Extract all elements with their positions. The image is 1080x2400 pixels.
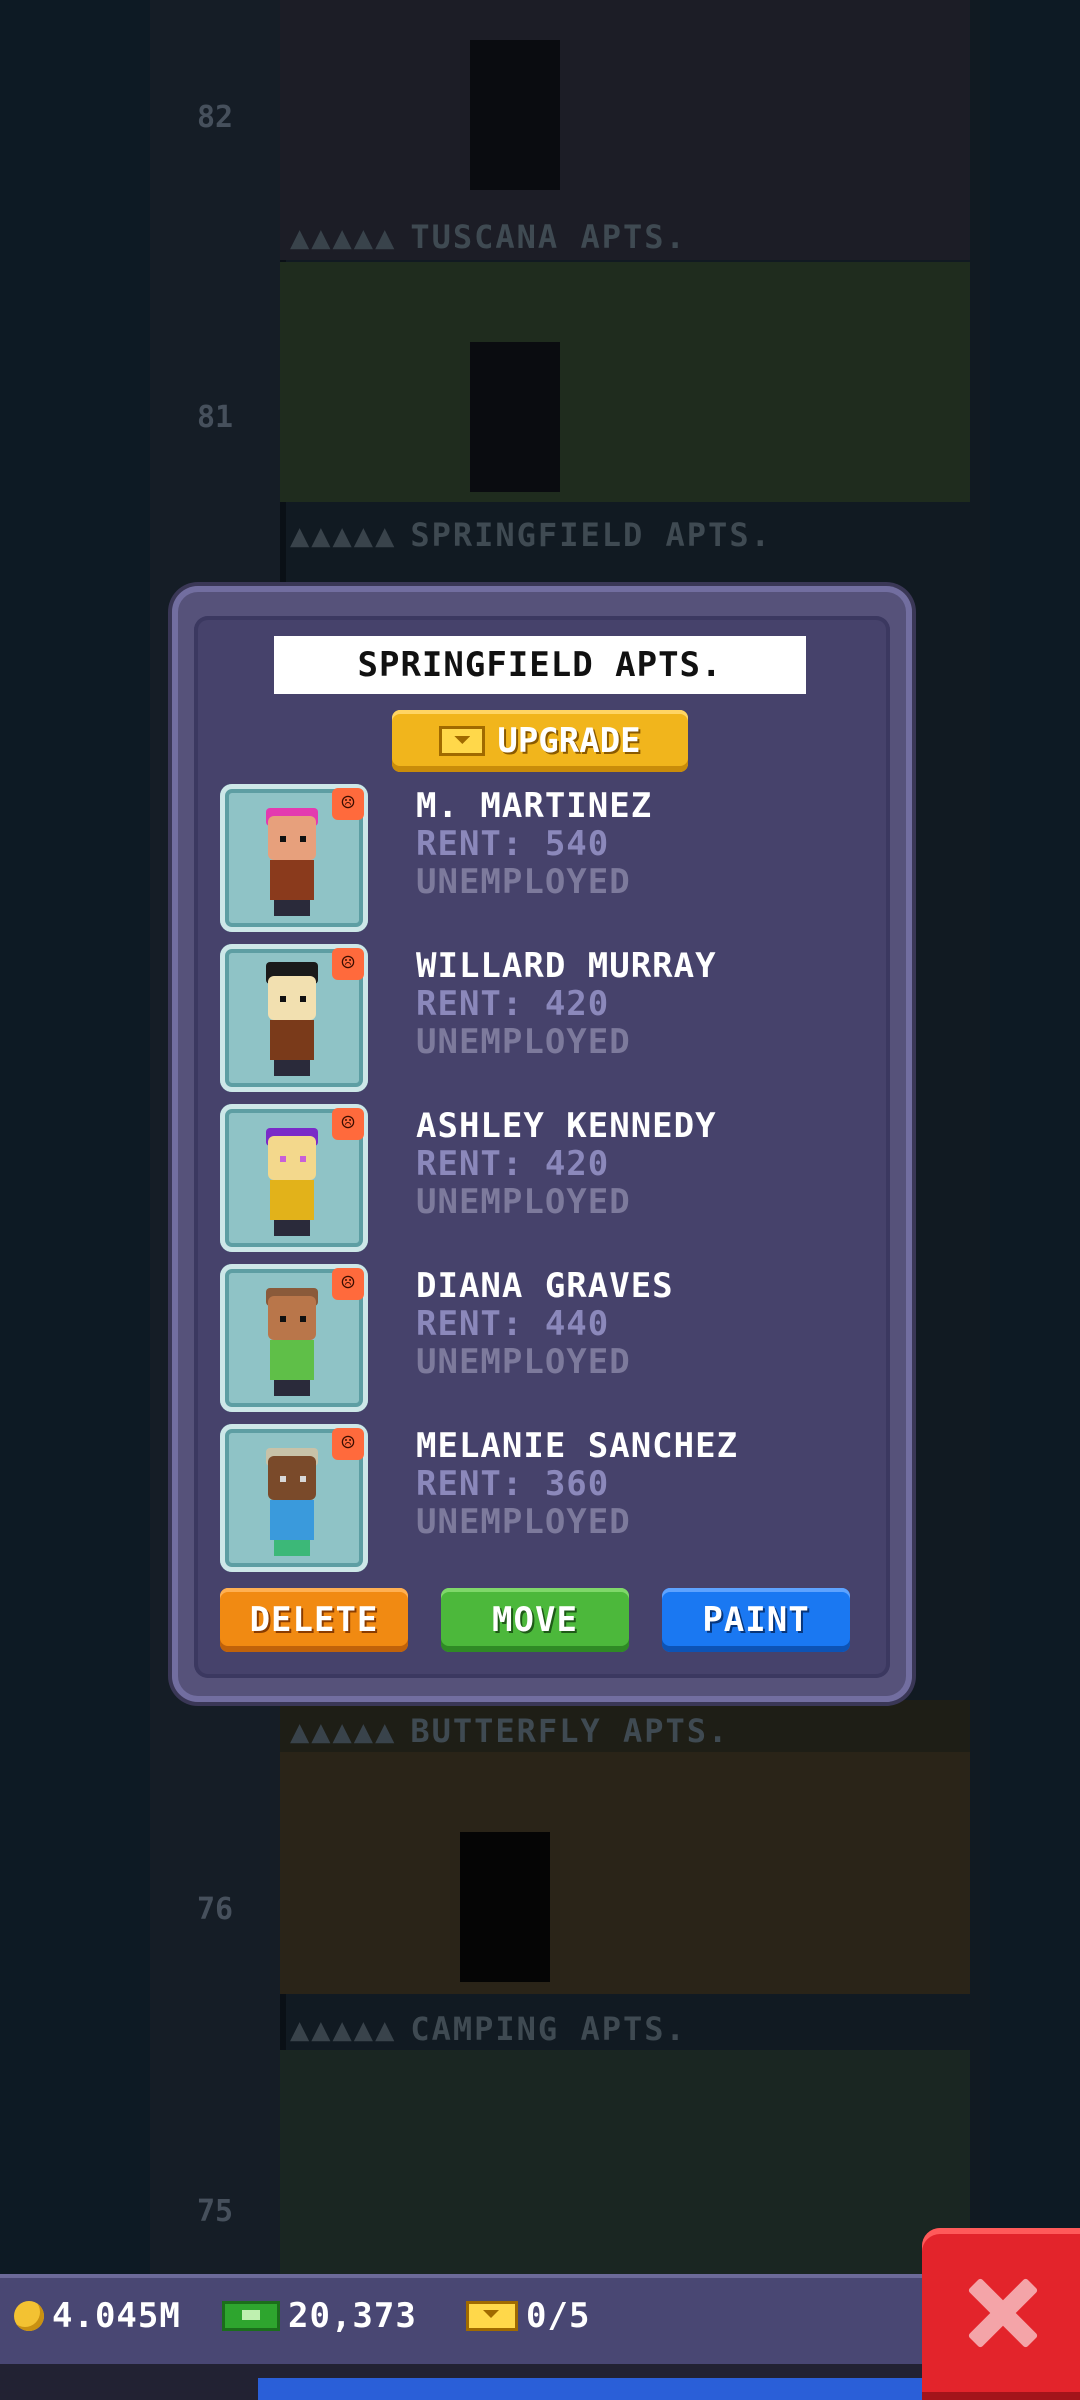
close-icon [966,2276,1038,2348]
floor-number: 81 [196,400,234,435]
status-strip [0,2364,1080,2400]
delete-button[interactable]: DELETE [220,1588,408,1652]
resident-job: UNEMPLOYED [416,1342,631,1382]
resident-rent: RENT: 420 [416,984,610,1024]
tickets-value: 0/5 [526,2296,591,2336]
coins-counter[interactable]: 4.045M [14,2296,181,2336]
bux-counter[interactable]: 20,373 [222,2296,417,2336]
coins-value: 4.045M [52,2296,181,2336]
resident-avatar[interactable]: ☹ [220,944,368,1092]
floor-door [470,40,560,190]
unhappy-mood-icon: ☹ [332,788,364,820]
resident-avatar[interactable]: ☹ [220,784,368,932]
resident-row[interactable]: ☹ MELANIE SANCHEZ RENT: 360 UNEMPLOYED [220,1424,880,1574]
resident-avatar[interactable]: ☹ [220,1424,368,1572]
resident-row[interactable]: ☹ ASHLEY KENNEDY RENT: 420 UNEMPLOYED [220,1104,880,1254]
resident-row[interactable]: ☹ DIANA GRAVES RENT: 440 UNEMPLOYED [220,1264,880,1414]
resident-row[interactable]: ☹ WILLARD MURRAY RENT: 420 UNEMPLOYED [220,944,880,1094]
resident-avatar[interactable]: ☹ [220,1104,368,1252]
upgrade-label: UPGRADE [497,721,641,761]
ticket-icon [439,726,486,756]
resident-job: UNEMPLOYED [416,862,631,902]
floor-81[interactable] [280,262,970,502]
ticket-icon [466,2301,518,2331]
unhappy-mood-icon: ☹ [332,1268,364,1300]
floor-label: ▲▲▲▲▲ CAMPING APTS. [290,2010,687,2048]
floor-76[interactable] [280,1752,970,1994]
paint-button[interactable]: PAINT [662,1588,850,1652]
resident-avatar[interactable]: ☹ [220,1264,368,1412]
floor-label: ▲▲▲▲▲ TUSCANA APTS. [290,218,687,256]
floor-number: 75 [196,2194,234,2229]
resident-name: WILLARD MURRAY [416,946,717,986]
move-button[interactable]: MOVE [441,1588,629,1652]
tickets-counter[interactable]: 0/5 [466,2296,590,2336]
apartment-title: SPRINGFIELD APTS. [274,636,806,694]
resident-name: M. MARTINEZ [416,786,653,826]
resident-name: MELANIE SANCHEZ [416,1426,739,1466]
coin-icon [14,2301,44,2331]
unhappy-mood-icon: ☹ [332,1108,364,1140]
resident-rent: RENT: 540 [416,824,610,864]
unhappy-mood-icon: ☹ [332,1428,364,1460]
resident-row[interactable]: ☹ M. MARTINEZ RENT: 540 UNEMPLOYED [220,784,880,934]
close-button[interactable] [922,2228,1080,2400]
resident-job: UNEMPLOYED [416,1022,631,1062]
resident-job: UNEMPLOYED [416,1502,631,1542]
progress-strip [258,2378,922,2400]
floor-label: ▲▲▲▲▲ SPRINGFIELD APTS. [290,516,772,554]
unhappy-mood-icon: ☹ [332,948,364,980]
resident-rent: RENT: 420 [416,1144,610,1184]
resident-rent: RENT: 360 [416,1464,610,1504]
floor-door [460,1832,550,1982]
bux-value: 20,373 [288,2296,417,2336]
floor-number: 82 [196,100,234,135]
resident-name: ASHLEY KENNEDY [416,1106,717,1146]
resident-name: DIANA GRAVES [416,1266,674,1306]
cash-icon [222,2301,280,2331]
floor-label: ▲▲▲▲▲ BUTTERFLY APTS. [290,1712,730,1750]
upgrade-button[interactable]: UPGRADE [392,710,688,772]
floor-number: 76 [196,1892,234,1927]
floor-door [470,342,560,492]
resident-rent: RENT: 440 [416,1304,610,1344]
floor-75[interactable] [280,2050,970,2274]
resident-job: UNEMPLOYED [416,1182,631,1222]
